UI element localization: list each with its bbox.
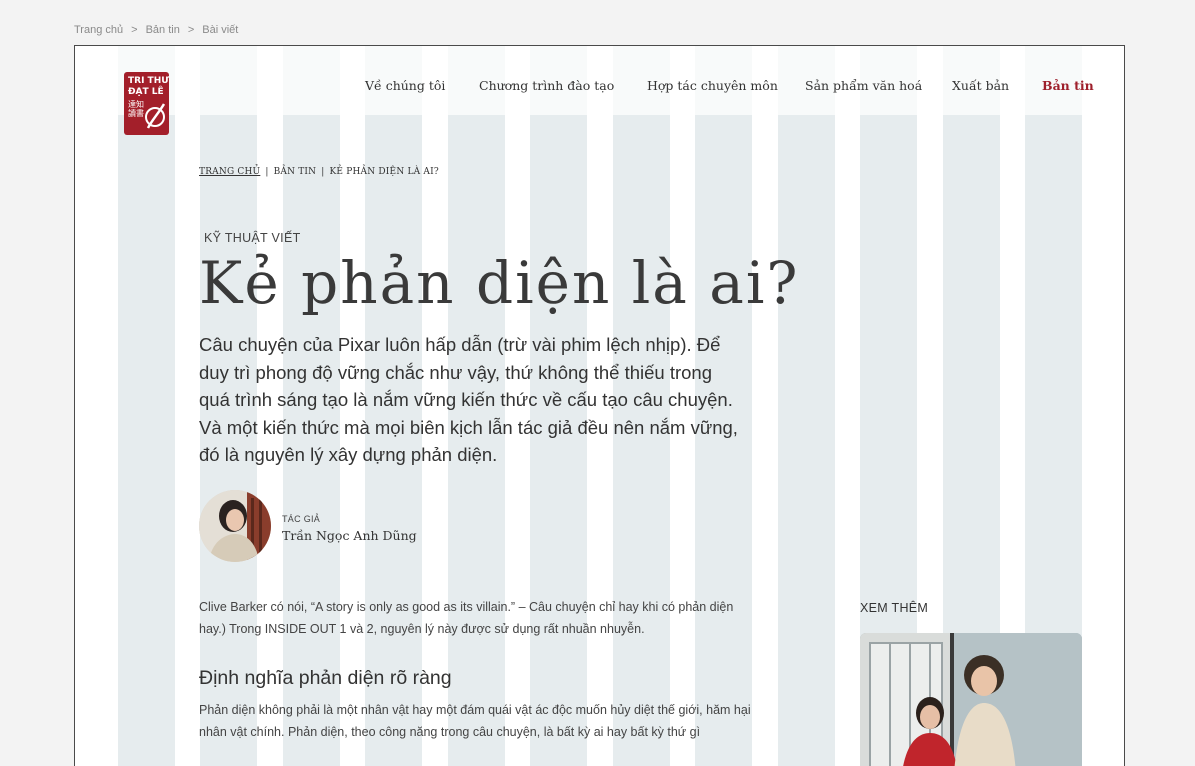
breadcrumb-separator: | (321, 167, 325, 177)
logo-text-line2: ĐẠT LÊ (128, 87, 164, 97)
article-breadcrumb: TRANG CHỦ | BẢN TIN | KẺ PHẢN DIỆN LÀ AI… (199, 167, 439, 177)
see-more-sidebar: XEM THÊM (860, 601, 1082, 766)
design-frame: TRI THƯ ĐẠT LÊ 達知 讀書 Về chúng tôi Chương… (74, 45, 1125, 766)
author-label: TÁC GIẢ (282, 514, 321, 524)
related-post-card[interactable] (860, 633, 1082, 766)
article-category[interactable]: KỸ THUẬT VIẾT (204, 231, 301, 245)
nav-item-news[interactable]: Bản tin (1042, 78, 1094, 93)
author-photo-icon (199, 490, 271, 562)
author-name[interactable]: Trần Ngọc Anh Dũng (282, 528, 417, 543)
breadcrumb-separator: > (187, 24, 195, 36)
nav-item-publishing[interactable]: Xuất bản (952, 78, 1009, 93)
breadcrumb-separator: > (131, 24, 138, 36)
nav-item-partnership[interactable]: Hợp tác chuyên môn (647, 78, 778, 93)
top-breadcrumb: Trang chủ > Bản tin > Bài viết (74, 24, 238, 36)
logo-text-line1: TRI THƯ (128, 76, 169, 86)
breadcrumb-separator: | (265, 167, 269, 177)
article-breadcrumb-home[interactable]: TRANG CHỦ (199, 167, 260, 177)
article-lead: Câu chuyện của Pixar luôn hấp dẫn (trừ v… (199, 334, 738, 465)
article-intro: Clive Barker có nói, “A story is only as… (199, 600, 734, 636)
nav-item-culture-products[interactable]: Sản phẩm văn hoá (805, 78, 922, 93)
related-post-photo-icon (860, 633, 1082, 766)
section-heading: Định nghĩa phản diện rõ ràng (199, 667, 452, 689)
grid-column (778, 46, 835, 766)
article-breadcrumb-current: KẺ PHẢN DIỆN LÀ AI? (329, 167, 439, 177)
top-breadcrumb-news[interactable]: Bản tin (146, 24, 180, 36)
top-breadcrumb-article: Bài viết (202, 24, 239, 36)
author-avatar[interactable] (199, 490, 271, 562)
see-more-label: XEM THÊM (860, 601, 929, 615)
article-breadcrumb-news[interactable]: BẢN TIN (274, 167, 317, 177)
nav-item-about[interactable]: Về chúng tôi (365, 78, 445, 93)
top-breadcrumb-home[interactable]: Trang chủ (74, 24, 123, 36)
article-title: Kẻ phản diện là ai? (199, 249, 800, 317)
logo-emblem-icon (145, 103, 166, 129)
site-logo[interactable]: TRI THƯ ĐẠT LÊ 達知 讀書 (124, 72, 169, 135)
grid-column (118, 46, 175, 766)
nav-item-training[interactable]: Chương trình đào tạo (479, 78, 614, 93)
section-body: Phản diện không phải là một nhân vật hay… (199, 703, 751, 739)
